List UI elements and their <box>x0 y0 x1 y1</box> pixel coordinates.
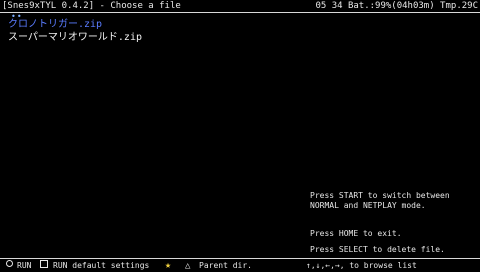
file-item[interactable]: スーパーマリオワールド.zip <box>8 31 142 44</box>
browse-label: ↑,↓,←,→, to browse list <box>306 261 417 270</box>
star-icon: ★ <box>165 260 172 271</box>
selection-cursor-icon: •• <box>11 12 23 21</box>
help-start: Press START to switch between <box>310 191 450 200</box>
top-divider <box>0 12 480 13</box>
circle-button-icon <box>6 260 13 267</box>
help-select: Press SELECT to delete file. <box>310 245 445 254</box>
title-bar: [Snes9xTYL 0.4.2] - Choose a file 05 34 … <box>0 0 480 12</box>
file-item-selected[interactable]: •• クロノトリガー.zip <box>8 13 142 31</box>
file-name: スーパーマリオワールド.zip <box>8 32 142 43</box>
run-label: RUN <box>17 261 32 270</box>
parent-dir-label: Parent dir. <box>199 261 252 270</box>
file-list: •• クロノトリガー.zip スーパーマリオワールド.zip <box>8 13 142 44</box>
status-readout: 05 34 Bat.:99%(04h03m) Tmp.29C <box>315 1 478 11</box>
button-legend: RUN RUN default settings ★ △ Parent dir.… <box>0 260 480 272</box>
run-default-label: RUN default settings <box>53 261 150 270</box>
help-home: Press HOME to exit. <box>310 229 402 238</box>
help-mode: NORMAL and NETPLAY mode. <box>310 201 426 210</box>
triangle-button-icon: △ <box>185 261 191 271</box>
app-title: [Snes9xTYL 0.4.2] - Choose a file <box>2 1 181 11</box>
square-button-icon <box>40 260 48 268</box>
bottom-divider <box>0 258 480 259</box>
